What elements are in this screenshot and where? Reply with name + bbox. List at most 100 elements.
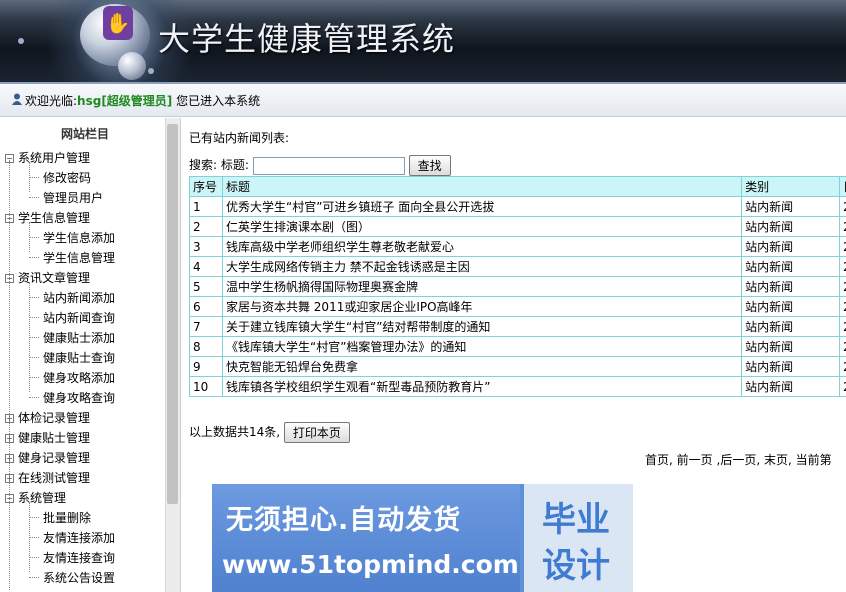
cell-title[interactable]: 快克智能无铅焊台免费拿 (221, 356, 743, 377)
sidebar-item[interactable]: 学生信息添加 (43, 229, 115, 246)
sidebar-item[interactable]: 站内新闻查询 (43, 309, 115, 326)
cell-category: 站内新闻 (741, 376, 840, 397)
welcome-bar: 欢迎光临:hsg[超级管理员] 您已进入本系统 (0, 82, 846, 117)
sidebar-group[interactable]: − 资讯文章管理 (5, 269, 90, 286)
cell-date: 2 (838, 276, 846, 297)
search-bar: 搜索: 标题: 查找 (189, 155, 451, 176)
cell-category: 站内新闻 (741, 316, 840, 337)
cell-date: 2 (838, 316, 846, 337)
user-icon (12, 93, 22, 105)
table-row[interactable]: 5温中学生杨帆摘得国际物理奥赛金牌站内新闻2 (189, 276, 846, 297)
sidebar-item[interactable]: 健康贴士添加 (43, 329, 115, 346)
sidebar-group[interactable]: + 在线测试管理 (5, 469, 90, 486)
ad-banner[interactable]: 无须担心.自动发货 www.51topmind.com 毕业 设计 (212, 484, 633, 592)
table-row[interactable]: 6家居与资本共舞 2011或迎家居企业IPO高峰年站内新闻2 (189, 296, 846, 317)
sidebar-item[interactable]: 管理员用户 (43, 189, 103, 206)
search-label: 搜索: (189, 158, 218, 172)
sidebar-group[interactable]: − 学生信息管理 (5, 209, 90, 226)
tree-connector (29, 397, 39, 398)
cell-index: 5 (189, 276, 223, 297)
sidebar-group[interactable]: + 健康贴士管理 (5, 429, 90, 446)
hand-cursor-icon: ✋ (103, 6, 133, 40)
tree-rail (9, 160, 10, 590)
cell-category: 站内新闻 (741, 216, 840, 237)
cell-date: 2 (838, 256, 846, 277)
cell-title[interactable]: 关于建立钱库镇大学生“村官”结对帮带制度的通知 (221, 316, 743, 337)
pager-current: 当前第 (795, 453, 832, 467)
tree-connector (29, 237, 39, 238)
decor-dot (18, 38, 24, 44)
sidebar-scroll-thumb[interactable] (167, 124, 178, 504)
sidebar-item[interactable]: 站内新闻添加 (43, 289, 115, 306)
sidebar-item[interactable]: 友情连接查询 (43, 549, 115, 566)
table-row[interactable]: 4大学生成网络传销主力 禁不起金钱诱惑是主因站内新闻2 (189, 256, 846, 277)
cell-title[interactable]: 优秀大学生“村官”可进乡镇班子 面向全县公开选拔 (221, 196, 743, 217)
decor-dot (148, 68, 154, 74)
cell-index: 4 (189, 256, 223, 277)
search-button[interactable]: 查找 (408, 155, 451, 176)
sidebar-group[interactable]: − 系统用户管理 (5, 149, 90, 166)
ad-url: www.51topmind.com (222, 550, 519, 579)
table-row[interactable]: 1优秀大学生“村官”可进乡镇班子 面向全县公开选拔站内新闻2 (189, 196, 846, 217)
title-search-input[interactable] (252, 156, 405, 175)
pagination: 首页, 前一页 ,后一页, 末页, 当前第 (645, 453, 832, 467)
pager-last[interactable]: 末页 (764, 453, 788, 467)
cell-category: 站内新闻 (741, 196, 840, 217)
sidebar-item[interactable]: 健身攻略添加 (43, 369, 115, 386)
cell-title[interactable]: 钱库高级中学老师组织学生尊老敬老献爱心 (221, 236, 743, 257)
cell-title[interactable]: 仁英学生排演课本剧（图） (221, 216, 743, 237)
sidebar-item[interactable]: 友情连接添加 (43, 529, 115, 546)
col-header-date: 日 (838, 176, 846, 197)
welcome-prefix: 欢迎光临: (25, 94, 78, 108)
table-row[interactable]: 3钱库高级中学老师组织学生尊老敬老献爱心站内新闻2 (189, 236, 846, 257)
col-header-category: 类别 (741, 176, 840, 197)
welcome-suffix: 您已进入本系统 (176, 94, 261, 108)
tree-connector (29, 177, 39, 178)
sidebar-item[interactable]: 健康贴士查询 (43, 349, 115, 366)
cell-index: 9 (189, 356, 223, 377)
cell-index: 3 (189, 236, 223, 257)
cell-title[interactable]: 家居与资本共舞 2011或迎家居企业IPO高峰年 (221, 296, 743, 317)
table-row[interactable]: 9快克智能无铅焊台免费拿站内新闻2 (189, 356, 846, 377)
table-row[interactable]: 8《钱库镇大学生“村官”档案管理办法》的通知站内新闻2 (189, 336, 846, 357)
current-user: hsg[超级管理员] (77, 94, 173, 108)
header-banner: ✋ 大学生健康管理系统 (0, 0, 846, 82)
cell-title[interactable]: 钱库镇各学校组织学生观看“新型毒品预防教育片” (221, 376, 743, 397)
sidebar-item[interactable]: 学生信息管理 (43, 249, 115, 266)
table-row[interactable]: 7关于建立钱库镇大学生“村官”结对帮带制度的通知站内新闻2 (189, 316, 846, 337)
sidebar-item[interactable]: 健身攻略查询 (43, 389, 115, 406)
tree-connector (29, 357, 39, 358)
sidebar-group[interactable]: − 系统管理 (5, 489, 66, 506)
table-row[interactable]: 2仁英学生排演课本剧（图）站内新闻2 (189, 216, 846, 237)
pager-first[interactable]: 首页 (645, 453, 669, 467)
sidebar-item[interactable]: 修改密码 (43, 169, 91, 186)
tree-connector (29, 317, 39, 318)
col-header-title: 标题 (221, 176, 743, 197)
sidebar-group-label: 健康贴士管理 (18, 431, 91, 445)
cell-index: 2 (189, 216, 223, 237)
ad-badge: 毕业 设计 (524, 484, 633, 592)
cell-title[interactable]: 温中学生杨帆摘得国际物理奥赛金牌 (221, 276, 743, 297)
pager-prev[interactable]: 前一页 (677, 453, 713, 467)
sidebar-group[interactable]: + 健身记录管理 (5, 449, 90, 466)
cell-date: 2 (838, 356, 846, 377)
print-button[interactable]: 打印本页 (283, 422, 350, 443)
cell-category: 站内新闻 (741, 276, 840, 297)
sidebar-item[interactable]: 系统公告设置 (43, 569, 115, 586)
tree-connector (29, 297, 39, 298)
sidebar-group[interactable]: + 体检记录管理 (5, 409, 90, 426)
sidebar-item[interactable]: 批量删除 (43, 509, 91, 526)
ad-slogan: 无须担心.自动发货 (226, 505, 462, 536)
total-count-text: 以上数据共14条, (189, 425, 281, 439)
cell-category: 站内新闻 (741, 296, 840, 317)
table-header-row: 序号 标题 类别 日 (189, 176, 846, 197)
tree-connector (29, 377, 39, 378)
cell-index: 6 (189, 296, 223, 317)
pager-next[interactable]: 后一页 (720, 453, 756, 467)
cell-date: 2 (838, 196, 846, 217)
sidebar: 网站栏目 − 系统用户管理 修改密码 管理员用户 − 学生信息管理 学生信息添加 学生信息管理… (0, 118, 181, 592)
cell-title[interactable]: 《钱库镇大学生“村官”档案管理办法》的通知 (221, 336, 743, 357)
cell-date: 2 (838, 336, 846, 357)
table-row[interactable]: 10钱库镇各学校组织学生观看“新型毒品预防教育片”站内新闻2 (189, 376, 846, 397)
cell-title[interactable]: 大学生成网络传销主力 禁不起金钱诱惑是主因 (221, 256, 743, 277)
